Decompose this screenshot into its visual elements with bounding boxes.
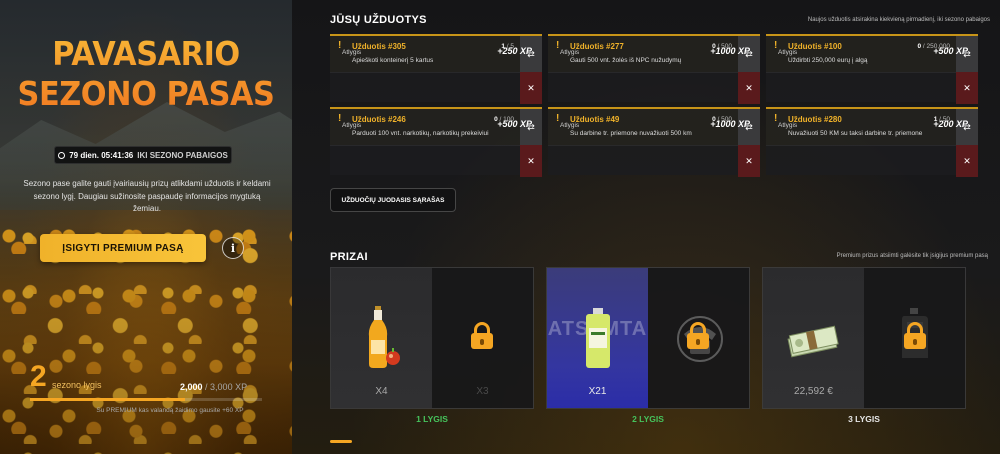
season-description: Sezono pase galite gauti įvairiausių pri… [23,179,271,213]
clock-icon [58,151,66,159]
reward-label: Atlygis [778,49,798,56]
info-icon[interactable]: i [222,237,244,259]
lock-icon [904,322,926,349]
task-card: ! Užduotis #100 0 / 250,000 Uždirbti 250,00… [766,34,978,104]
reward-xp: +500 XP [497,119,532,129]
prize-card-level-1[interactable]: X4 X3 [330,267,534,409]
tasks-section-title: JŪSŲ UŽDUOTYS [330,14,427,26]
reward-label: Atlygis [342,49,362,56]
task-card: ! Užduotis #280 1 / 50 Nuvažiuoti 50 KM su … [766,107,978,177]
prize-free-slot[interactable]: X4 [331,268,432,408]
left-panel: PAVASARIO SEZONO PASAS 79 dien. 05:41:36… [0,0,292,454]
prize-card-level-3[interactable]: 22,592 € [762,267,966,409]
prize-free-slot[interactable]: 22,592 € [763,268,864,408]
season-level-label: sezono lygis [52,380,102,390]
reward-label: Atlygis [342,122,362,129]
task-card: ! Užduotis #49 0 / 500 Su darbine tr. priem… [548,107,760,177]
lock-icon [471,322,493,349]
buy-premium-button[interactable]: ĮSIGYTI PREMIUM PASĄ [40,234,206,262]
close-task-icon[interactable]: ✕ [956,72,978,104]
reward-xp: +250 XP [497,46,532,56]
close-task-icon[interactable]: ✕ [738,72,760,104]
prize-free-count: 22,592 € [794,386,833,397]
chemical-jug-icon [586,308,610,368]
warning-icon: ! [556,40,560,51]
task-description: Gauti 500 vnt. žolės iš NPC nužudymų [570,57,682,64]
timer-value: 79 dien. 05:41:36 [69,150,134,160]
task-card: ! Užduotis #246 0 / 100 Parduoti 100 vnt. n… [330,107,542,177]
task-card: ! Užduotis #277 0 / 500 Gauti 500 vnt. žolė… [548,34,760,104]
close-task-icon[interactable]: ✕ [738,145,760,177]
reward-xp: +200 XP [933,119,968,129]
reward-label: Atlygis [778,122,798,129]
warning-icon: ! [556,113,560,124]
prize-level-label: 3 LYGIS [848,414,880,424]
prize-free-count: X4 [375,386,388,397]
season-pass-title: PAVASARIO SEZONO PASAS [12,34,281,114]
prize-premium-count: X3 [476,386,489,397]
prize-free-count: X21 [588,386,607,397]
close-task-icon[interactable]: ✕ [520,145,542,177]
task-card: ! Užduotis #305 1 / 5 Apieškoti konteinerį … [330,34,542,104]
prizes-section-note: Premium prizus atsiimti galėsite tik įsi… [836,253,988,259]
premium-xp-note: Su PREMIUM kas valandą žaidimo gausite +… [96,407,244,414]
cash-stack-icon [787,325,839,358]
reward-xp: +1000 XP [710,119,750,129]
reward-label: Atlygis [560,49,580,56]
warning-icon: ! [338,113,342,124]
prize-level-label: 2 LYGIS [632,414,664,424]
prize-free-slot-claimed[interactable]: ATSIIMTA X21 [547,268,648,408]
close-task-icon[interactable]: ✕ [956,145,978,177]
reward-xp: +1000 XP [710,46,750,56]
close-task-icon[interactable]: ✕ [520,72,542,104]
cider-bottle-icon [368,306,400,368]
lock-icon [687,322,709,349]
warning-icon: ! [338,40,342,51]
right-panel: JŪSŲ UŽDUOTYS Naujos užduotis atsirakina… [292,0,1000,454]
season-timer: 79 dien. 05:41:36 IKI SEZONO PABAIGOS [54,146,232,164]
warning-icon: ! [774,40,778,51]
xp-readout: 2,000 / 3,000 XP [180,382,248,392]
task-description: Apieškoti konteinerį 5 kartus [352,57,434,64]
task-description: Parduoti 100 vnt. narkotikų, narkotikų p… [352,130,489,137]
prize-card-level-2[interactable]: ATSIIMTA X21 [546,267,750,409]
season-pass-screen: PAVASARIO SEZONO PASAS 79 dien. 05:41:36… [0,0,1000,454]
task-description: Su darbine tr. priemone nuvažiuoti 500 k… [570,130,692,137]
task-description: Uždirbti 250,000 eurų į algą [788,57,868,64]
xp-progress-bar [30,398,262,401]
prizes-scroll-indicator[interactable] [330,440,352,443]
timer-suffix: IKI SEZONO PABAIGOS [137,150,228,160]
prize-level-label: 1 LYGIS [416,414,448,424]
task-blacklist-button[interactable]: UŽDUOČIŲ JUODASIS SĄRAŠAS [330,188,456,212]
tasks-section-note: Naujos užduotis atsirakina kiekvieną pir… [807,17,990,23]
reward-label: Atlygis [560,122,580,129]
task-description: Nuvažiuoti 50 KM su taksi darbine tr. pr… [788,130,923,137]
season-level-number: 2 [30,360,47,393]
xp-progress-fill [30,398,185,401]
prizes-section-title: PRIZAI [330,251,368,263]
reward-xp: +500 XP [933,46,968,56]
warning-icon: ! [774,113,778,124]
